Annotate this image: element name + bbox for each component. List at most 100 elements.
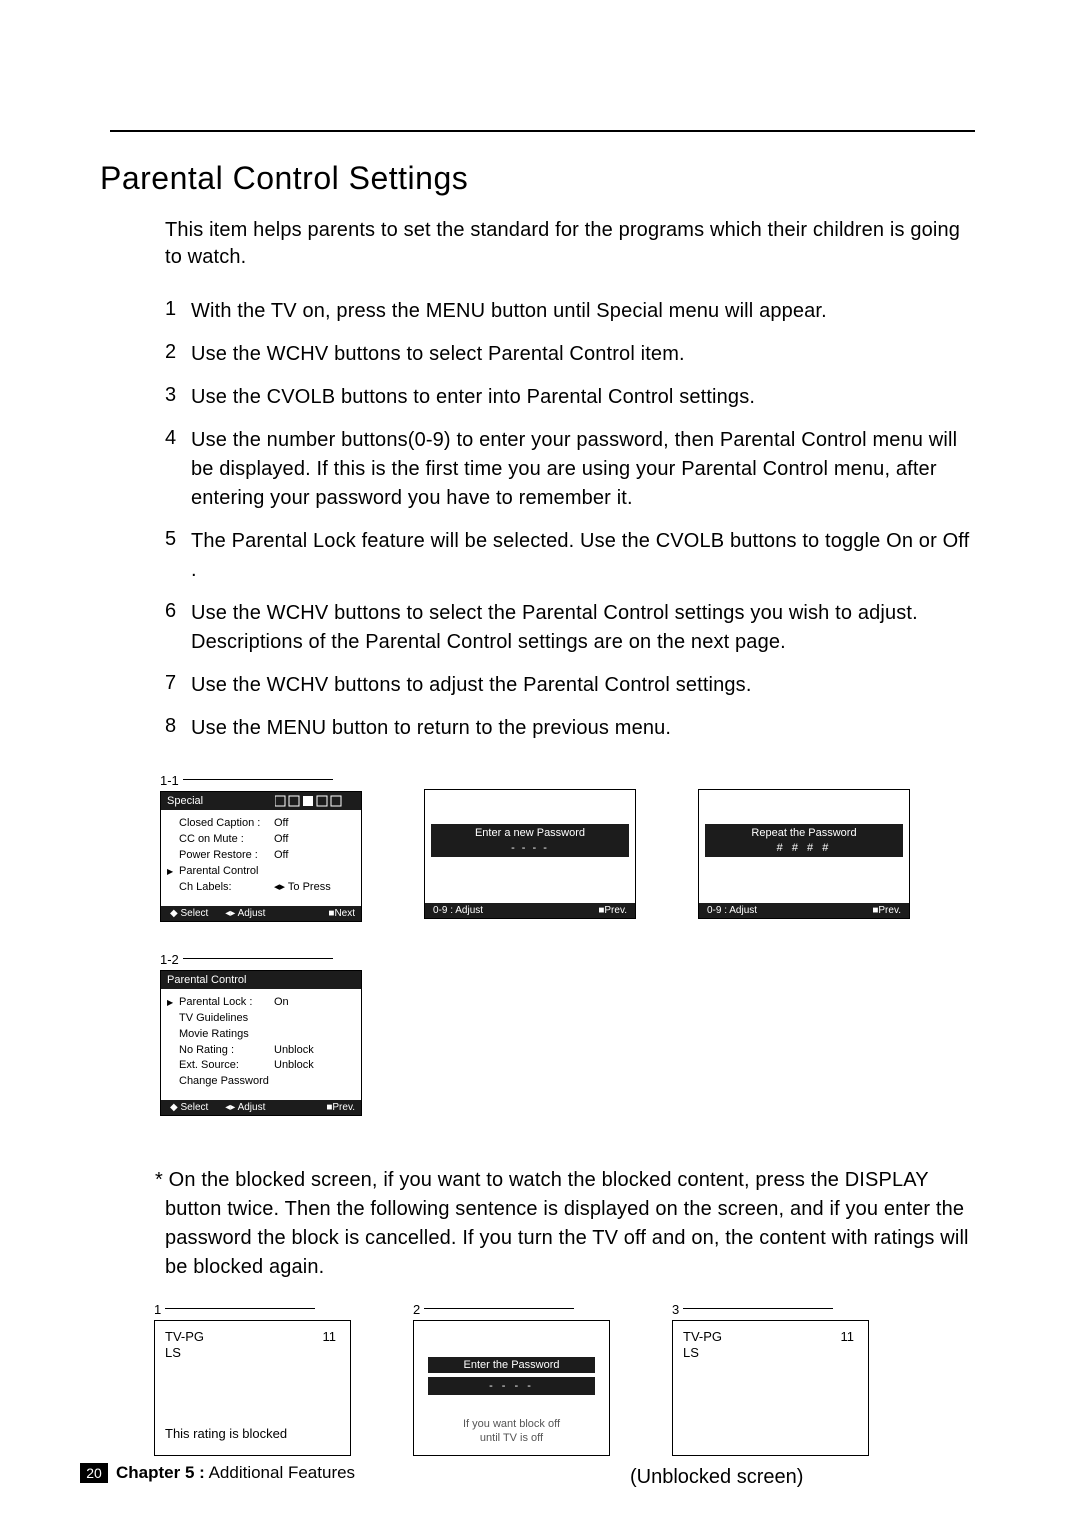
osd-repeat-password: Repeat the Password # # # # 0-9 : Adjust… xyxy=(698,789,910,919)
step-number: 1 xyxy=(165,297,191,321)
osd-special-titlebar: Special xyxy=(161,792,361,810)
osd-parental-title: Parental Control xyxy=(167,974,247,986)
osd-new-password: Enter a new Password - - - - 0-9 : Adjus… xyxy=(424,789,636,919)
step-text: Use the number buttons(0-9) to enter you… xyxy=(191,426,980,513)
osd-row-value: ◂▸ To Press xyxy=(274,880,331,896)
osd-row: Closed Caption :Off xyxy=(179,816,349,832)
sequence-label-2: 2 xyxy=(413,1302,610,1317)
osd-row-key: Ext. Source: xyxy=(179,1058,274,1074)
osd-row-key: Ch Labels: xyxy=(179,880,274,896)
osd-row-key: Power Restore : xyxy=(179,848,274,864)
osd-row-key: Closed Caption : xyxy=(179,816,274,832)
enter-password-title: Enter the Password xyxy=(428,1357,595,1373)
figure-enter-password-screen: 2 Enter the Password - - - - If you want… xyxy=(413,1302,610,1456)
step-text: Use the WCHV buttons to select Parental … xyxy=(191,340,685,369)
osd-row: Parental Lock :On xyxy=(179,995,349,1011)
channel-number: 11 xyxy=(841,1329,855,1344)
step-number: 6 xyxy=(165,599,191,623)
osd-special-footer: ◆ Select ◂▸ Adjust ■Next xyxy=(161,906,361,921)
step-text: Use the MENU button to return to the pre… xyxy=(191,714,671,743)
osd-row-value: Off xyxy=(274,832,288,848)
blocked-message: This rating is blocked xyxy=(165,1426,287,1441)
password-mask: - - - - xyxy=(431,842,629,854)
hint-09adjust: 0-9 : Adjust xyxy=(433,905,483,916)
hint-09adjust: 0-9 : Adjust xyxy=(707,905,757,916)
figure-label-1-2: 1-2 xyxy=(160,952,980,967)
step-text: Use the WCHV buttons to adjust the Paren… xyxy=(191,671,752,700)
figure-special-menu: 1-1 Special Closed Caption :OffCC on Mut… xyxy=(160,773,362,922)
page-number: 20 xyxy=(80,1463,108,1483)
osd-row: TV Guidelines xyxy=(179,1011,349,1027)
section-heading: Parental Control Settings xyxy=(100,160,980,197)
osd-row: Ch Labels:◂▸ To Press xyxy=(179,880,349,896)
channel-number: 11 xyxy=(323,1329,337,1344)
unblocked-caption: (Unblocked screen) xyxy=(630,1466,980,1489)
new-password-footer: 0-9 : Adjust ■Prev. xyxy=(425,903,635,918)
osd-parental-titlebar: Parental Control xyxy=(161,971,361,989)
figure-row-1: 1-1 Special Closed Caption :OffCC on Mut… xyxy=(160,773,980,922)
hint-select: ◆ Select xyxy=(167,908,208,919)
hint-prev: ■Prev. xyxy=(872,905,901,916)
rating-indicator: TV-PG LS xyxy=(683,1329,722,1360)
osd-row-key: Change Password xyxy=(179,1074,274,1090)
osd-row-key: No Rating : xyxy=(179,1043,274,1059)
figure-row-2: 1-2 Parental Control Parental Lock :OnTV… xyxy=(160,952,980,1117)
osd-row-value: Off xyxy=(274,816,288,832)
hint-select: ◆ Select xyxy=(167,1102,208,1113)
step-text: The Parental Lock feature will be select… xyxy=(191,527,980,585)
tv-blocked-screen: TV-PG LS 11 This rating is blocked xyxy=(154,1320,351,1456)
hint-adjust: ◂▸ Adjust xyxy=(222,908,265,919)
figure-new-password: Enter a new Password - - - - 0-9 : Adjus… xyxy=(424,789,636,922)
instruction-step: 1With the TV on, press the MENU button u… xyxy=(165,297,980,326)
hint-prev: ■Prev. xyxy=(598,905,627,916)
step-number: 7 xyxy=(165,671,191,695)
instruction-step: 2Use the WCHV buttons to select Parental… xyxy=(165,340,980,369)
chapter-label: Chapter 5 : Additional Features xyxy=(116,1463,355,1483)
new-password-title: Enter a new Password - - - - xyxy=(431,824,629,857)
osd-row-key: CC on Mute : xyxy=(179,832,274,848)
osd-special-title: Special xyxy=(167,795,203,807)
figure-repeat-password: Repeat the Password # # # # 0-9 : Adjust… xyxy=(698,789,910,922)
password-mask-hash: # # # # xyxy=(705,842,903,854)
step-number: 3 xyxy=(165,383,191,407)
tv-enter-password-screen: Enter the Password - - - - If you want b… xyxy=(413,1320,610,1456)
figure-row-3: 1 TV-PG LS 11 This rating is blocked 2 E… xyxy=(154,1302,980,1456)
sequence-label-3: 3 xyxy=(672,1302,869,1317)
figure-unblocked-screen: 3 TV-PG LS 11 xyxy=(672,1302,869,1456)
osd-parental-footer: ◆ Select ◂▸ Adjust ■Prev. xyxy=(161,1100,361,1115)
osd-parental-body: Parental Lock :OnTV GuidelinesMovie Rati… xyxy=(161,989,361,1101)
osd-row: Ext. Source:Unblock xyxy=(179,1058,349,1074)
osd-row: No Rating :Unblock xyxy=(179,1043,349,1059)
osd-row-key: Parental Control xyxy=(179,864,274,880)
instruction-step: 4Use the number buttons(0-9) to enter yo… xyxy=(165,426,980,513)
osd-menu-icons xyxy=(275,795,355,807)
osd-row-key: TV Guidelines xyxy=(179,1011,274,1027)
instruction-step: 6Use the WCHV buttons to select the Pare… xyxy=(165,599,980,657)
step-text: Use the CVOLB buttons to enter into Pare… xyxy=(191,383,755,412)
instruction-step: 3Use the CVOLB buttons to enter into Par… xyxy=(165,383,980,412)
osd-row: Power Restore :Off xyxy=(179,848,349,864)
osd-row: Parental Control xyxy=(179,864,349,880)
note-paragraph: * On the blocked screen, if you want to … xyxy=(155,1166,980,1282)
manual-page: Parental Control Settings This item help… xyxy=(0,0,1080,1533)
hint-next: ■Next xyxy=(325,908,355,919)
osd-row: Change Password xyxy=(179,1074,349,1090)
intro-paragraph: This item helps parents to set the stand… xyxy=(165,217,980,271)
hint-adjust: ◂▸ Adjust xyxy=(222,1102,265,1113)
instruction-step: 8Use the MENU button to return to the pr… xyxy=(165,714,980,743)
instruction-list: 1With the TV on, press the MENU button u… xyxy=(165,297,980,743)
osd-row: CC on Mute :Off xyxy=(179,832,349,848)
rating-indicator: TV-PG LS xyxy=(165,1329,204,1360)
tv-unblocked-screen: TV-PG LS 11 xyxy=(672,1320,869,1456)
osd-row-value: Unblock xyxy=(274,1058,314,1074)
top-rule xyxy=(110,130,975,132)
block-off-message: If you want block off until TV is off xyxy=(414,1417,609,1446)
osd-row: Movie Ratings xyxy=(179,1027,349,1043)
step-text: Use the WCHV buttons to select the Paren… xyxy=(191,599,980,657)
sequence-label-1: 1 xyxy=(154,1302,351,1317)
step-number: 2 xyxy=(165,340,191,364)
osd-parental-control: Parental Control Parental Lock :OnTV Gui… xyxy=(160,970,362,1117)
step-number: 4 xyxy=(165,426,191,450)
osd-row-key: Parental Lock : xyxy=(179,995,274,1011)
instruction-step: 7Use the WCHV buttons to adjust the Pare… xyxy=(165,671,980,700)
